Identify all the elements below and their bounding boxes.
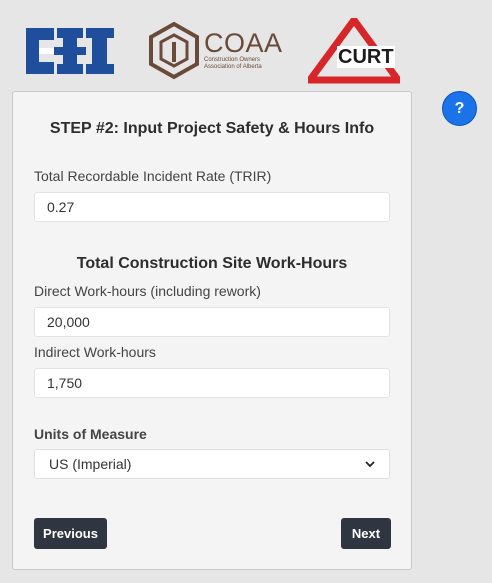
help-button[interactable]: ?	[442, 91, 477, 126]
work-hours-title: Total Construction Site Work-Hours	[76, 255, 348, 272]
coaa-hexagon-graphic	[149, 21, 199, 80]
chevron-down-icon	[365, 461, 375, 468]
next-button[interactable]: Next	[341, 518, 391, 549]
units-selected-value: US (Imperial)	[49, 456, 132, 472]
previous-button[interactable]: Previous	[34, 518, 107, 549]
step-title: STEP #2: Input Project Safety & Hours In…	[49, 120, 375, 137]
trir-label: Total Recordable Incident Rate (TRIR)	[34, 168, 272, 184]
indirect-hours-label: Indirect Work-hours	[34, 344, 156, 360]
logo-bar: COAA Construction Owners Association of …	[0, 0, 492, 90]
curt-logo: CURT	[303, 14, 405, 89]
direct-hours-label: Direct Work-hours (including rework)	[34, 283, 261, 299]
direct-hours-input[interactable]	[34, 307, 390, 337]
cii-logo	[26, 26, 114, 81]
cii-logo-graphic	[26, 28, 114, 74]
step-card: STEP #2: Input Project Safety & Hours In…	[12, 91, 412, 570]
trir-input[interactable]	[34, 192, 390, 222]
indirect-hours-input[interactable]	[34, 368, 390, 398]
units-label: Units of Measure	[34, 426, 147, 442]
units-select[interactable]: US (Imperial)	[34, 449, 390, 479]
coaa-logo-subtitle: Construction Owners Association of Alber…	[204, 57, 262, 70]
coaa-logo-text: COAA	[204, 28, 283, 58]
curt-logo-text: CURT	[337, 46, 395, 68]
coaa-logo: COAA Construction Owners Association of …	[148, 21, 282, 85]
